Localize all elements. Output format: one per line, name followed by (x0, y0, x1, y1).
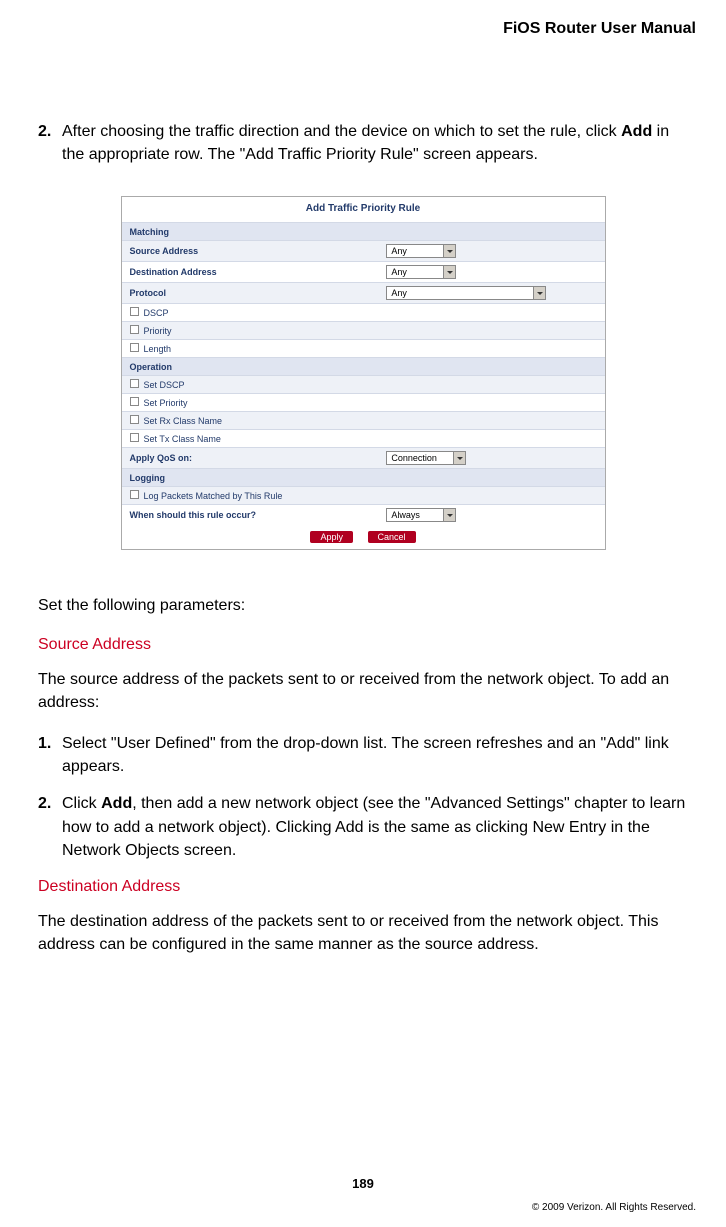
destination-text: The destination address of the packets s… (38, 910, 688, 956)
page-content: 2. After choosing the traffic direction … (30, 120, 696, 956)
select-protocol[interactable]: Any (386, 286, 546, 300)
bold-add: Add (621, 123, 652, 140)
select-source-address[interactable]: Any (386, 244, 456, 258)
apply-button[interactable]: Apply (310, 531, 353, 543)
chevron-down-icon (443, 509, 455, 521)
row-set-tx: Set Tx Class Name (122, 429, 605, 447)
row-operation: Operation (122, 357, 605, 375)
label-destination-address: Destination Address (130, 267, 387, 277)
row-set-priority: Set Priority (122, 393, 605, 411)
row-log-packets: Log Packets Matched by This Rule (122, 486, 605, 504)
row-protocol: Protocol Any (122, 282, 605, 303)
set-parameters-text: Set the following parameters: (38, 594, 688, 617)
bold-add: Add (101, 795, 132, 812)
step-number: 2. (38, 120, 62, 166)
page-number: 189 (0, 1176, 726, 1191)
chevron-down-icon (443, 245, 455, 257)
screenshot-title: Add Traffic Priority Rule (122, 197, 605, 222)
copyright: © 2009 Verizon. All Rights Reserved. (532, 1202, 696, 1213)
chevron-down-icon (533, 287, 545, 299)
checkbox-set-rx[interactable] (130, 415, 139, 424)
step-number: 2. (38, 792, 62, 862)
row-dscp: DSCP (122, 303, 605, 321)
row-set-dscp: Set DSCP (122, 375, 605, 393)
screenshot-add-traffic-priority-rule: Add Traffic Priority Rule Matching Sourc… (121, 196, 606, 550)
row-logging: Logging (122, 468, 605, 486)
source-intro: The source address of the packets sent t… (38, 668, 688, 714)
text-part: Click (62, 795, 101, 812)
row-length: Length (122, 339, 605, 357)
label-protocol: Protocol (130, 288, 387, 298)
checkbox-log-packets[interactable] (130, 490, 139, 499)
select-when-occur[interactable]: Always (386, 508, 456, 522)
row-matching: Matching (122, 222, 605, 240)
step-text: After choosing the traffic direction and… (62, 120, 688, 166)
screenshot-button-row: Apply Cancel (122, 525, 605, 549)
checkbox-length[interactable] (130, 343, 139, 352)
checkbox-dscp[interactable] (130, 307, 139, 316)
label-when-occur: When should this rule occur? (130, 510, 387, 520)
row-set-rx: Set Rx Class Name (122, 411, 605, 429)
step-number: 1. (38, 732, 62, 778)
checkbox-set-dscp[interactable] (130, 379, 139, 388)
chevron-down-icon (453, 452, 465, 464)
text-part: After choosing the traffic direction and… (62, 123, 621, 140)
label-apply-qos: Apply QoS on: (130, 453, 387, 463)
heading-destination-address: Destination Address (38, 878, 688, 896)
row-when-occur: When should this rule occur? Always (122, 504, 605, 525)
step-text: Click Add, then add a new network object… (62, 792, 688, 862)
row-destination-address: Destination Address Any (122, 261, 605, 282)
source-step-2: 2. Click Add, then add a new network obj… (38, 792, 688, 862)
checkbox-set-tx[interactable] (130, 433, 139, 442)
row-priority: Priority (122, 321, 605, 339)
row-apply-qos: Apply QoS on: Connection (122, 447, 605, 468)
text-part: , then add a new network object (see the… (62, 795, 685, 858)
select-apply-qos[interactable]: Connection (386, 451, 466, 465)
page-header-title: FiOS Router User Manual (503, 20, 696, 38)
step-text: Select "User Defined" from the drop-down… (62, 732, 688, 778)
intro-step-2: 2. After choosing the traffic direction … (38, 120, 688, 166)
chevron-down-icon (443, 266, 455, 278)
row-source-address: Source Address Any (122, 240, 605, 261)
source-step-1: 1. Select "User Defined" from the drop-d… (38, 732, 688, 778)
cancel-button[interactable]: Cancel (368, 531, 416, 543)
checkbox-set-priority[interactable] (130, 397, 139, 406)
select-destination-address[interactable]: Any (386, 265, 456, 279)
label-source-address: Source Address (130, 246, 387, 256)
checkbox-priority[interactable] (130, 325, 139, 334)
heading-source-address: Source Address (38, 636, 688, 654)
